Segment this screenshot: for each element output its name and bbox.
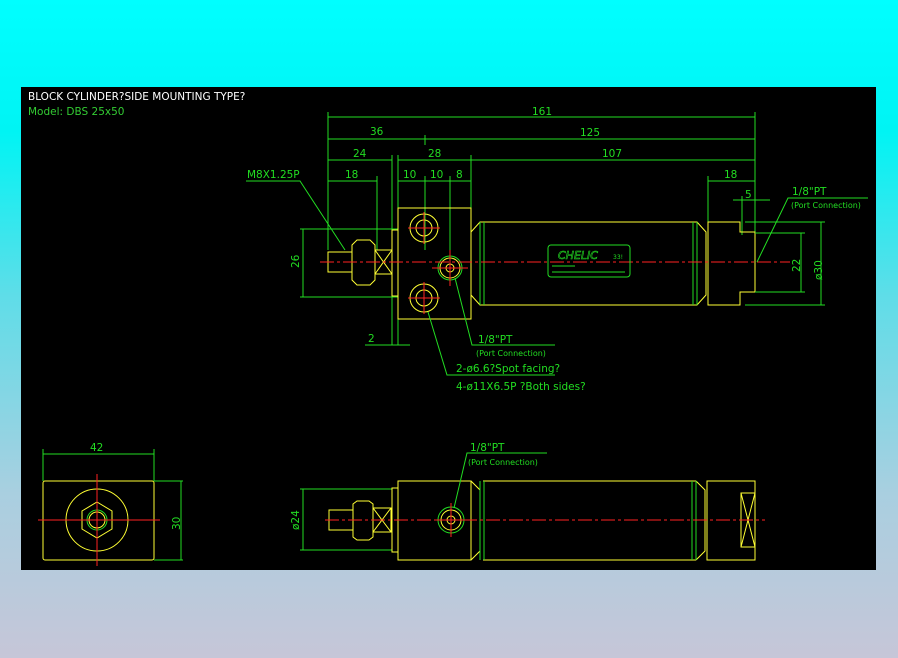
dim-28: 28: [428, 148, 441, 160]
dim-dia30: ø30: [813, 260, 825, 280]
spot-facing-spec: 2-ø6.6?Spot facing?: [456, 363, 560, 375]
dim-18-left: 18: [345, 169, 358, 181]
dim-30: 30: [171, 517, 183, 530]
brand-code: 33!: [613, 254, 623, 261]
dim-dia24: ø24: [290, 510, 302, 530]
port-mid-sub: (Port Connection): [476, 349, 546, 358]
dim-107: 107: [602, 148, 622, 160]
counterbore-spec: 4-ø11X6.5P ?Both sides?: [456, 381, 586, 393]
port-right-sub: (Port Connection): [791, 201, 861, 210]
dim-36: 36: [370, 126, 384, 138]
dim-22: 22: [791, 259, 803, 272]
port-bottom-sub: (Port Connection): [468, 458, 538, 467]
bottom-side-view: ø24 1/8"PT (Port Connection): [290, 442, 765, 561]
thread-spec: M8X1.25P: [247, 169, 300, 181]
port-bottom-label: 1/8"PT: [470, 442, 505, 454]
dim-161: 161: [532, 106, 552, 118]
dim-42: 42: [90, 442, 103, 454]
dim-2: 2: [368, 333, 375, 345]
drawing-title: BLOCK CYLINDER?SIDE MOUNTING TYPE?: [28, 91, 245, 103]
port-mid-label: 1/8"PT: [478, 334, 513, 346]
dim-10b: 10: [430, 169, 443, 181]
dim-10a: 10: [403, 169, 416, 181]
top-dimensions: 161 36 125 24 28 107 18 10 10 8 18 5: [327, 106, 770, 345]
dim-24: 24: [353, 148, 367, 160]
dim-125: 125: [580, 127, 600, 139]
end-view: 42 30: [38, 442, 183, 566]
dim-5: 5: [745, 189, 752, 201]
model-label: Model: DBS 25x50: [28, 106, 124, 118]
dim-18-right: 18: [724, 169, 737, 181]
chelic-logo: CHELIC: [558, 249, 598, 262]
dim-8: 8: [456, 169, 463, 181]
dim-26: 26: [290, 254, 302, 268]
port-right-label: 1/8"PT: [792, 186, 827, 198]
top-view-cylinder: CHELIC 33!: [320, 207, 790, 320]
cad-drawing-canvas: BLOCK CYLINDER?SIDE MOUNTING TYPE? Model…: [21, 87, 876, 570]
cylinder-drawing: BLOCK CYLINDER?SIDE MOUNTING TYPE? Model…: [28, 91, 868, 566]
